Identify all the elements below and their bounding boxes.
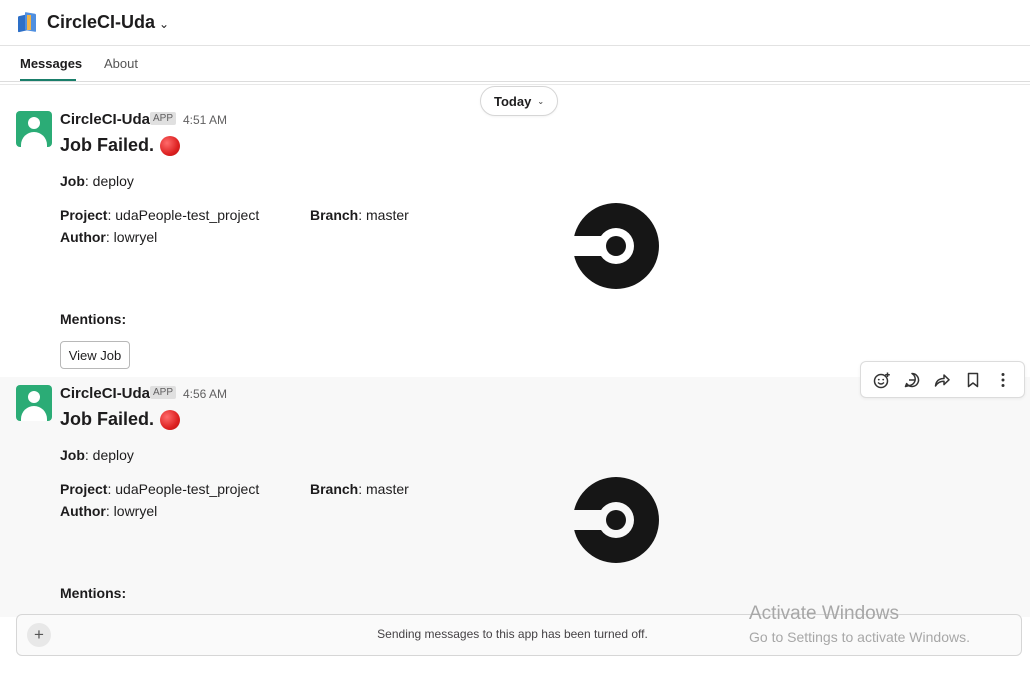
headline-text: Job Failed.	[60, 135, 155, 155]
project-field: Project: udaPeople-test_project	[60, 481, 260, 497]
message-timestamp[interactable]: 4:51 AM	[183, 113, 227, 127]
headline-text: Job Failed.	[60, 409, 155, 429]
forward-icon[interactable]	[930, 368, 954, 392]
message-actions-toolbar	[860, 361, 1025, 398]
avatar[interactable]	[16, 385, 52, 421]
composer-disabled-note: Sending messages to this app has been tu…	[377, 627, 648, 641]
chevron-down-icon[interactable]: ⌄	[159, 17, 169, 31]
message-item[interactable]: CircleCI-Uda APP 4:56 AM Job Failed. Job…	[0, 377, 1030, 617]
job-field: Job: deploy	[60, 447, 134, 463]
message-headline: Job Failed.	[60, 135, 181, 156]
sender-name[interactable]: CircleCI-Uda	[60, 111, 150, 128]
branch-field: Branch: master	[310, 481, 409, 497]
app-books-icon	[17, 11, 37, 34]
circleci-logo-icon	[572, 477, 659, 563]
circleci-logo-icon	[572, 203, 659, 289]
avatar[interactable]	[16, 111, 52, 147]
date-divider-today[interactable]: Today ⌄	[480, 86, 558, 116]
red-circle-icon	[160, 135, 181, 156]
app-name-title[interactable]: CircleCI-Uda	[47, 12, 155, 33]
mentions-label: Mentions:	[60, 585, 127, 601]
sender-name[interactable]: CircleCI-Uda	[60, 385, 150, 402]
message-item[interactable]: CircleCI-Uda APP 4:51 AM Job Failed. Job…	[0, 102, 1030, 377]
active-tab-indicator	[20, 79, 76, 81]
project-field: Project: udaPeople-test_project	[60, 207, 260, 223]
message-headline: Job Failed.	[60, 409, 181, 430]
branch-field: Branch: master	[310, 207, 409, 223]
tab-about[interactable]: About	[104, 56, 138, 71]
red-circle-icon	[160, 409, 181, 430]
app-badge: APP	[150, 112, 177, 125]
mentions-label: Mentions:	[60, 311, 127, 327]
save-bookmark-icon[interactable]	[961, 368, 985, 392]
message-timestamp[interactable]: 4:56 AM	[183, 387, 227, 401]
job-field: Job: deploy	[60, 173, 134, 189]
view-job-button[interactable]: View Job	[60, 341, 130, 369]
more-actions-icon[interactable]	[991, 368, 1015, 392]
app-badge: APP	[150, 386, 177, 399]
channel-header: CircleCI-Uda ⌄	[0, 0, 1030, 46]
add-reaction-icon[interactable]	[870, 368, 894, 392]
author-field: Author: lowryel	[60, 503, 158, 519]
date-divider-label: Today	[493, 93, 532, 109]
tab-messages[interactable]: Messages	[20, 56, 82, 71]
tab-bar: Messages About	[0, 46, 1030, 85]
author-field: Author: lowryel	[60, 229, 158, 245]
chevron-down-icon: ⌄	[537, 96, 545, 106]
reply-in-thread-icon[interactable]	[900, 368, 924, 392]
